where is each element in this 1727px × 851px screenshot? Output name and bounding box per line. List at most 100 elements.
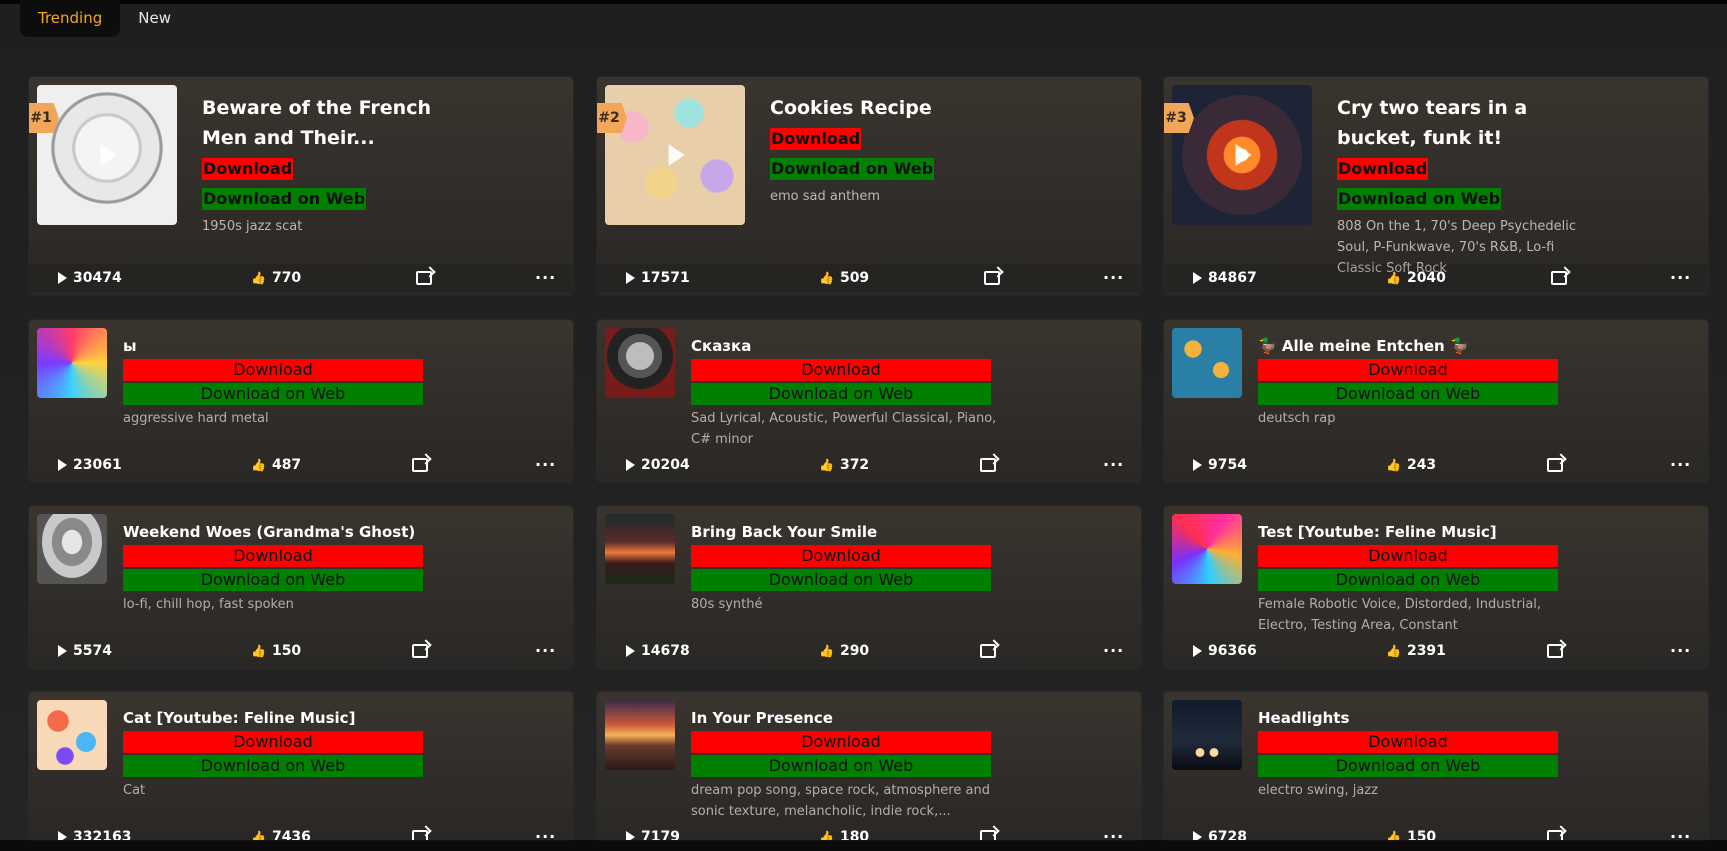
share-button[interactable] — [412, 451, 428, 479]
share-button[interactable] — [1551, 264, 1567, 292]
play-count[interactable]: 96366 — [1193, 637, 1257, 665]
download-button[interactable]: Download — [691, 359, 991, 381]
download-web-link[interactable]: Download on Web — [770, 158, 935, 180]
play-overlay-icon[interactable] — [100, 144, 117, 166]
more-button[interactable]: ··· — [1670, 637, 1691, 665]
like-count[interactable]: 👍 2040 — [1386, 264, 1446, 292]
download-web-button[interactable]: Download on Web — [691, 755, 991, 777]
download-web-button[interactable]: Download on Web — [1258, 569, 1558, 591]
download-web-button[interactable]: Download on Web — [123, 755, 423, 777]
play-count[interactable]: 5574 — [58, 637, 112, 665]
share-button[interactable] — [412, 637, 428, 665]
play-count[interactable]: 9754 — [1193, 451, 1247, 479]
song-title[interactable]: In Your Presence — [691, 709, 833, 727]
song-card[interactable]: Test [Youtube: Feline Music] Download Do… — [1164, 506, 1708, 668]
play-count[interactable]: 17571 — [626, 264, 690, 292]
song-title[interactable]: Test [Youtube: Feline Music] — [1258, 523, 1497, 541]
song-title[interactable]: Bring Back Your Smile — [691, 523, 877, 541]
song-cover-image[interactable] — [605, 328, 675, 398]
song-cover-image[interactable] — [1172, 514, 1242, 584]
download-button[interactable]: Download — [691, 545, 991, 567]
play-count[interactable]: 23061 — [58, 451, 122, 479]
share-button[interactable] — [416, 264, 432, 292]
song-cover-image[interactable] — [605, 700, 675, 770]
like-count[interactable]: 👍 509 — [819, 264, 869, 292]
play-count[interactable]: 332163 — [58, 823, 131, 840]
featured-song-card[interactable]: #1 Beware of the French Men and Their...… — [29, 77, 573, 295]
download-web-button[interactable]: Download on Web — [691, 569, 991, 591]
share-button[interactable] — [980, 637, 996, 665]
featured-song-card[interactable]: #2 Cookies Recipe Download Download on W… — [597, 77, 1141, 295]
like-count[interactable]: 👍 487 — [251, 451, 301, 479]
song-card[interactable]: In Your Presence Download Download on We… — [597, 692, 1141, 840]
song-title[interactable]: ы — [123, 337, 137, 355]
like-count[interactable]: 👍 2391 — [1386, 637, 1446, 665]
download-button[interactable]: Download — [691, 731, 991, 753]
play-overlay-icon[interactable] — [668, 144, 685, 166]
song-title[interactable]: Cry two tears in a bucket, funk it! Down… — [1337, 93, 1577, 279]
song-title[interactable]: Beware of the French Men and Their... Do… — [202, 93, 442, 237]
song-card[interactable]: Сказка Download Download on Web Sad Lyri… — [597, 320, 1141, 482]
more-button[interactable]: ··· — [1670, 264, 1691, 292]
song-title[interactable]: Сказка — [691, 337, 751, 355]
play-overlay-icon[interactable] — [1235, 144, 1252, 166]
share-button[interactable] — [980, 451, 996, 479]
song-cover-image[interactable] — [605, 85, 745, 225]
share-button[interactable] — [984, 264, 1000, 292]
like-count[interactable]: 👍 290 — [819, 637, 869, 665]
song-card[interactable]: ы Download Download on Web aggressive ha… — [29, 320, 573, 482]
download-button[interactable]: Download — [123, 359, 423, 381]
more-button[interactable]: ··· — [535, 264, 556, 292]
share-button[interactable] — [1547, 823, 1563, 840]
download-button[interactable]: Download — [1258, 545, 1558, 567]
play-count[interactable]: 30474 — [58, 264, 122, 292]
download-link[interactable]: Download — [770, 128, 862, 150]
play-count[interactable]: 14678 — [626, 637, 690, 665]
share-button[interactable] — [1547, 637, 1563, 665]
tab-trending[interactable]: Trending — [20, 0, 121, 37]
more-button[interactable]: ··· — [1103, 823, 1124, 840]
share-button[interactable] — [1547, 451, 1563, 479]
more-button[interactable]: ··· — [535, 451, 556, 479]
download-web-button[interactable]: Download on Web — [123, 569, 423, 591]
more-button[interactable]: ··· — [1670, 451, 1691, 479]
song-cover-image[interactable] — [37, 700, 107, 770]
song-cover-image[interactable] — [605, 514, 675, 584]
featured-song-card[interactable]: #3 Cry two tears in a bucket, funk it! D… — [1164, 77, 1708, 295]
like-count[interactable]: 👍 150 — [1386, 823, 1436, 840]
song-card[interactable]: Cat [Youtube: Feline Music] Download Dow… — [29, 692, 573, 840]
like-count[interactable]: 👍 372 — [819, 451, 869, 479]
song-cover-image[interactable] — [37, 514, 107, 584]
more-button[interactable]: ··· — [1103, 451, 1124, 479]
play-count[interactable]: 7179 — [626, 823, 680, 840]
play-count[interactable]: 84867 — [1193, 264, 1257, 292]
song-title[interactable]: Headlights — [1258, 709, 1349, 727]
like-count[interactable]: 👍 150 — [251, 637, 301, 665]
share-button[interactable] — [412, 823, 428, 840]
song-title[interactable]: Cookies Recipe Download Download on Web … — [770, 93, 1010, 207]
song-title[interactable]: 🦆 Alle meine Entchen 🦆 — [1258, 337, 1469, 355]
song-cover-image[interactable] — [37, 85, 177, 225]
more-button[interactable]: ··· — [1103, 264, 1124, 292]
like-count[interactable]: 👍 770 — [251, 264, 301, 292]
song-card[interactable]: Weekend Woes (Grandma's Ghost) Download … — [29, 506, 573, 668]
download-button[interactable]: Download — [1258, 731, 1558, 753]
download-web-button[interactable]: Download on Web — [123, 383, 423, 405]
play-count[interactable]: 20204 — [626, 451, 690, 479]
more-button[interactable]: ··· — [1103, 637, 1124, 665]
download-web-button[interactable]: Download on Web — [1258, 755, 1558, 777]
share-button[interactable] — [980, 823, 996, 840]
download-button[interactable]: Download — [123, 731, 423, 753]
more-button[interactable]: ··· — [1670, 823, 1691, 840]
download-link[interactable]: Download — [202, 158, 294, 180]
song-cover-image[interactable] — [1172, 85, 1312, 225]
download-button[interactable]: Download — [1258, 359, 1558, 381]
like-count[interactable]: 👍 180 — [819, 823, 869, 840]
song-card[interactable]: Headlights Download Download on Web elec… — [1164, 692, 1708, 840]
song-cover-image[interactable] — [37, 328, 107, 398]
tab-new[interactable]: New — [120, 0, 189, 37]
like-count[interactable]: 👍 243 — [1386, 451, 1436, 479]
more-button[interactable]: ··· — [535, 637, 556, 665]
song-title[interactable]: Weekend Woes (Grandma's Ghost) — [123, 523, 415, 541]
like-count[interactable]: 👍 7436 — [251, 823, 311, 840]
